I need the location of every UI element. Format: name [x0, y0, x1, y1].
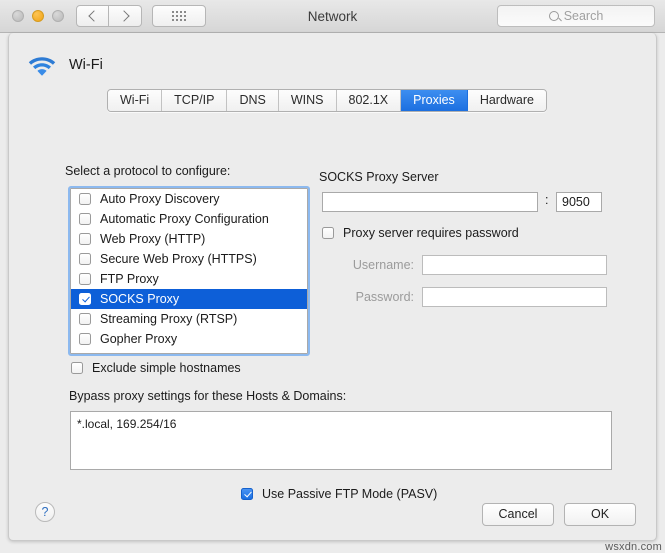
protocol-list[interactable]: Auto Proxy Discovery Automatic Proxy Con…: [68, 186, 310, 356]
forward-button[interactable]: [109, 5, 142, 27]
socks-port-input[interactable]: 9050: [556, 192, 602, 212]
tab-dns[interactable]: DNS: [227, 90, 279, 111]
socks-proxy-server-title: SOCKS Proxy Server: [319, 170, 439, 184]
protocol-label: Automatic Proxy Configuration: [100, 212, 269, 226]
checkbox-passive-ftp[interactable]: [241, 488, 253, 500]
exclude-simple-hostnames-row[interactable]: Exclude simple hostnames: [71, 361, 241, 375]
tab-hardware[interactable]: Hardware: [467, 90, 546, 111]
wifi-icon: [28, 57, 56, 76]
protocol-row-ftp-proxy[interactable]: FTP Proxy: [71, 269, 307, 289]
bypass-textarea[interactable]: *.local, 169.254/16: [70, 411, 612, 470]
search-field[interactable]: Search: [497, 5, 655, 27]
bypass-label: Bypass proxy settings for these Hosts & …: [69, 389, 347, 403]
protocol-row-gopher-proxy[interactable]: Gopher Proxy: [71, 329, 307, 349]
username-row: Username:: [339, 255, 607, 275]
tab-wins[interactable]: WINS: [278, 90, 337, 111]
cancel-button[interactable]: Cancel: [482, 503, 554, 526]
protocol-label: Auto Proxy Discovery: [100, 192, 220, 206]
select-protocol-label: Select a protocol to configure:: [65, 164, 231, 178]
exclude-simple-hostnames-label: Exclude simple hostnames: [92, 361, 241, 375]
protocol-label: FTP Proxy: [100, 272, 159, 286]
watermark: wsxdn.com: [605, 541, 662, 553]
protocol-label: Streaming Proxy (RTSP): [100, 312, 238, 326]
checkbox-ftp-proxy[interactable]: [79, 273, 91, 285]
tab-wifi[interactable]: Wi-Fi: [108, 90, 163, 111]
host-port-separator: :: [545, 193, 549, 207]
proxies-sheet: Wi-Fi Wi-Fi TCP/IP DNS WINS 802.1X Proxi…: [8, 33, 657, 541]
traffic-lights: [12, 10, 64, 22]
passive-ftp-label: Use Passive FTP Mode (PASV): [262, 487, 438, 501]
checkbox-exclude-simple-hostnames[interactable]: [71, 362, 83, 374]
footer-buttons: Cancel OK: [482, 503, 636, 526]
protocol-row-automatic-proxy-configuration[interactable]: Automatic Proxy Configuration: [71, 209, 307, 229]
service-header: Wi-Fi: [27, 53, 103, 77]
close-button[interactable]: [12, 10, 24, 22]
checkbox-automatic-proxy-configuration[interactable]: [79, 213, 91, 225]
checkbox-requires-password[interactable]: [322, 227, 334, 239]
service-name: Wi-Fi: [69, 57, 103, 73]
protocol-label: Web Proxy (HTTP): [100, 232, 206, 246]
checkbox-socks-proxy[interactable]: [79, 293, 91, 305]
network-preferences-window: Network Search Wi-Fi Wi-Fi TCP/IP DNS WI…: [0, 0, 665, 553]
checkbox-auto-proxy-discovery[interactable]: [79, 193, 91, 205]
protocol-label: Gopher Proxy: [100, 332, 178, 346]
chevron-right-icon: [117, 10, 130, 22]
settings-tabs: Wi-Fi TCP/IP DNS WINS 802.1X Proxies Har…: [107, 89, 547, 112]
tab-tcpip[interactable]: TCP/IP: [162, 90, 228, 111]
protocol-row-web-proxy-http[interactable]: Web Proxy (HTTP): [71, 229, 307, 249]
password-label: Password:: [355, 290, 414, 304]
checkbox-streaming-proxy-rtsp[interactable]: [79, 313, 91, 325]
help-button[interactable]: ?: [35, 502, 55, 522]
navigation-buttons: [76, 5, 142, 27]
ok-button[interactable]: OK: [564, 503, 636, 526]
requires-password-label: Proxy server requires password: [343, 226, 519, 240]
grid-dots-icon: [172, 11, 186, 21]
chevron-left-icon: [88, 10, 100, 22]
socks-host-input[interactable]: [322, 192, 538, 212]
passive-ftp-row[interactable]: Use Passive FTP Mode (PASV): [241, 487, 437, 501]
tab-proxies[interactable]: Proxies: [401, 90, 468, 111]
checkbox-gopher-proxy[interactable]: [79, 333, 91, 345]
protocol-row-secure-web-proxy-https[interactable]: Secure Web Proxy (HTTPS): [71, 249, 307, 269]
zoom-button[interactable]: [52, 10, 64, 22]
tab-8021x[interactable]: 802.1X: [336, 90, 402, 111]
search-placeholder: Search: [563, 9, 604, 23]
show-all-button[interactable]: [152, 5, 206, 27]
checkbox-secure-web-proxy-https[interactable]: [79, 253, 91, 265]
protocol-label: SOCKS Proxy: [100, 292, 180, 306]
checkbox-web-proxy-http[interactable]: [79, 233, 91, 245]
protocol-label: Secure Web Proxy (HTTPS): [100, 252, 257, 266]
requires-password-row[interactable]: Proxy server requires password: [322, 226, 519, 240]
password-row: Password:: [339, 287, 607, 307]
minimize-button[interactable]: [32, 10, 44, 22]
username-input[interactable]: [422, 255, 607, 275]
protocol-row-socks-proxy[interactable]: SOCKS Proxy: [71, 289, 307, 309]
window-titlebar: Network Search: [0, 0, 665, 33]
username-label: Username:: [352, 258, 414, 272]
search-icon: [548, 11, 559, 21]
protocol-row-auto-proxy-discovery[interactable]: Auto Proxy Discovery: [71, 189, 307, 209]
password-input[interactable]: [422, 287, 607, 307]
protocol-row-streaming-proxy-rtsp[interactable]: Streaming Proxy (RTSP): [71, 309, 307, 329]
back-button[interactable]: [76, 5, 109, 27]
